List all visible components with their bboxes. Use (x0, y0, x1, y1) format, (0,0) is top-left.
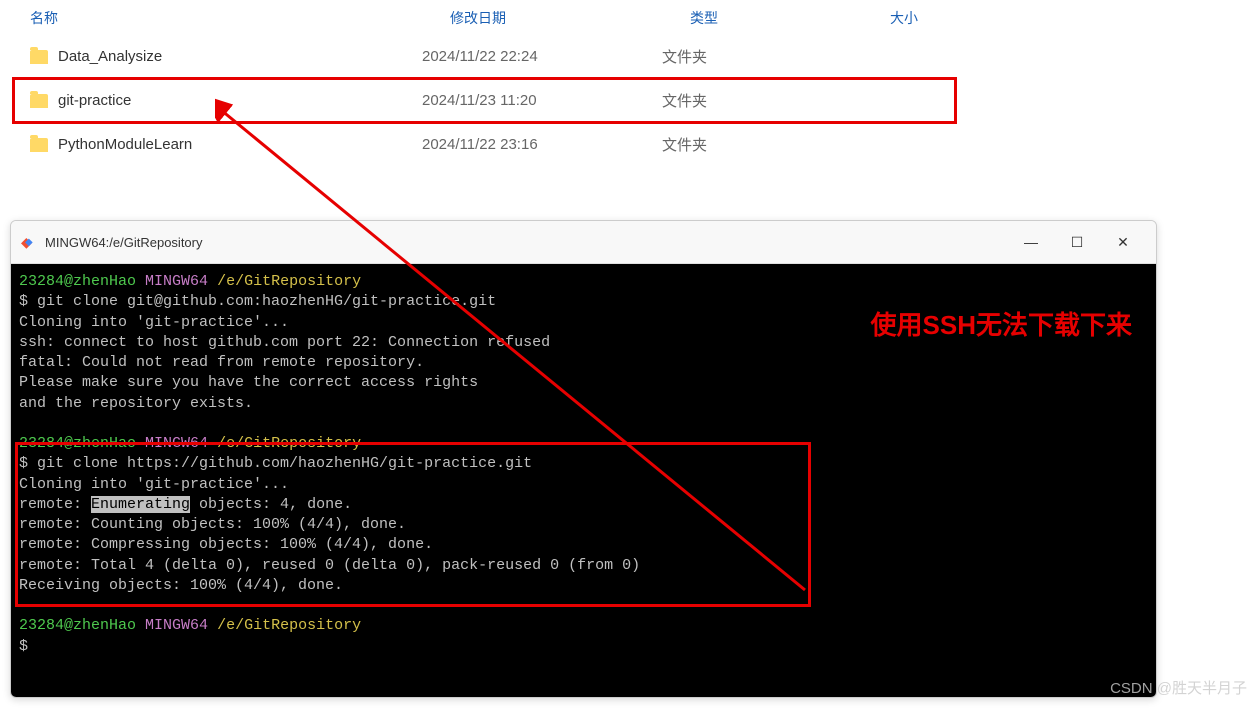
prompt-host: MINGW64 (145, 435, 208, 452)
folder-icon (30, 138, 48, 152)
highlighted-word: Enumerating (91, 496, 190, 513)
file-date-label: 2024/11/23 11:20 (422, 92, 662, 109)
file-name-label: PythonModuleLearn (58, 136, 192, 153)
folder-icon (30, 94, 48, 108)
prompt-user: 23284@zhenHao (19, 435, 136, 452)
terminal-output: fatal: Could not read from remote reposi… (19, 353, 1148, 373)
prompt-path: /e/GitRepository (217, 273, 361, 290)
git-bash-icon (21, 234, 37, 250)
prompt-path: /e/GitRepository (217, 617, 361, 634)
column-size[interactable]: 大小 (890, 8, 1040, 28)
close-button[interactable]: ✕ (1100, 227, 1146, 257)
terminal-command: $ git clone https://github.com/haozhenHG… (19, 454, 1148, 474)
maximize-button[interactable]: ☐ (1054, 227, 1100, 257)
file-row-highlighted[interactable]: git-practice 2024/11/23 11:20 文件夹 (12, 77, 957, 124)
prompt-path: /e/GitRepository (217, 435, 361, 452)
terminal-prompt-cursor: $ (19, 637, 1148, 657)
terminal-output: and the repository exists. (19, 394, 1148, 414)
file-date-label: 2024/11/22 23:16 (422, 136, 662, 153)
minimize-button[interactable]: — (1008, 227, 1054, 257)
file-name-label: git-practice (58, 92, 131, 109)
column-name[interactable]: 名称 (30, 8, 450, 28)
file-row[interactable]: Data_Analysize 2024/11/22 22:24 文件夹 (0, 36, 1257, 77)
terminal-titlebar[interactable]: MINGW64:/e/GitRepository — ☐ ✕ (11, 221, 1156, 264)
watermark: CSDN @胜天半月子 (1110, 677, 1247, 698)
terminal-title: MINGW64:/e/GitRepository (45, 235, 203, 250)
file-date-label: 2024/11/22 22:24 (422, 48, 662, 65)
terminal-output: remote: Counting objects: 100% (4/4), do… (19, 515, 1148, 535)
prompt-user: 23284@zhenHao (19, 617, 136, 634)
file-name-label: Data_Analysize (58, 48, 162, 65)
prompt-user: 23284@zhenHao (19, 273, 136, 290)
column-type[interactable]: 类型 (690, 8, 890, 28)
file-type-label: 文件夹 (662, 134, 862, 155)
prompt-host: MINGW64 (145, 273, 208, 290)
terminal-output: Cloning into 'git-practice'... (19, 475, 1148, 495)
file-type-label: 文件夹 (662, 46, 862, 67)
terminal-output: remote: Enumerating objects: 4, done. (19, 495, 1148, 515)
terminal-output: Receiving objects: 100% (4/4), done. (19, 576, 1148, 596)
column-date[interactable]: 修改日期 (450, 8, 690, 28)
terminal-output: remote: Compressing objects: 100% (4/4),… (19, 535, 1148, 555)
terminal-output: Please make sure you have the correct ac… (19, 373, 1148, 393)
folder-icon (30, 50, 48, 64)
file-type-label: 文件夹 (662, 90, 862, 111)
prompt-host: MINGW64 (145, 617, 208, 634)
file-row[interactable]: PythonModuleLearn 2024/11/22 23:16 文件夹 (0, 124, 1257, 165)
terminal-output: remote: Total 4 (delta 0), reused 0 (del… (19, 556, 1148, 576)
annotation-text: 使用SSH无法下载下来 (871, 305, 1132, 342)
file-list-header: 名称 修改日期 类型 大小 (0, 0, 1257, 36)
terminal-window: MINGW64:/e/GitRepository — ☐ ✕ 23284@zhe… (10, 220, 1157, 698)
